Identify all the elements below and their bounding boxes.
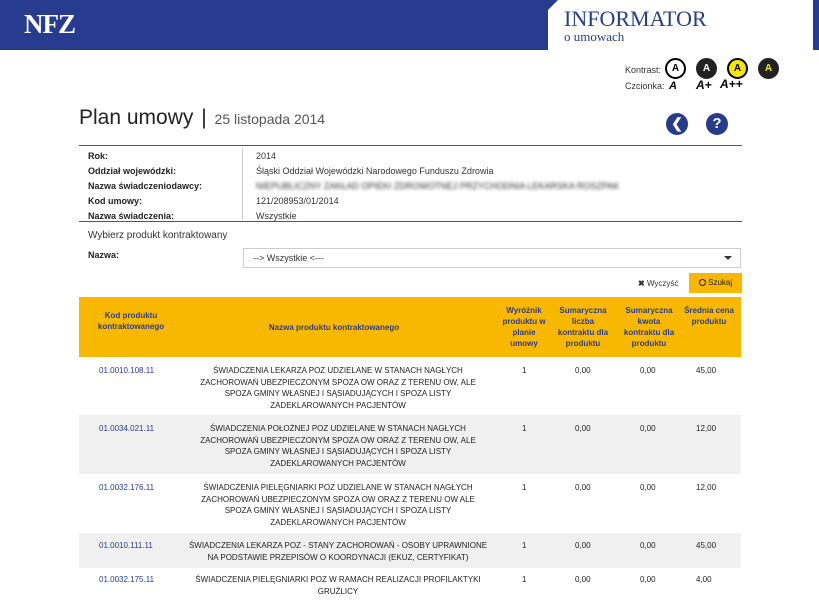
header-code[interactable]: Kod produktu kontraktowanego [91, 310, 171, 332]
info-top-divider [79, 145, 742, 146]
product-price: 12,00 [696, 483, 717, 492]
clear-button[interactable]: ✖ Wyczyść [638, 279, 678, 288]
product-select-value: --> Wszystkie <--- [253, 253, 324, 263]
header-price[interactable]: Średnia cena produktu [684, 305, 734, 327]
back-button[interactable]: ❮ [666, 113, 688, 135]
page-title: Plan umowy | 25 listopada 2014 [79, 106, 325, 130]
info-bottom-divider [79, 221, 742, 222]
table-row: 01.0010.108.11 ŚWIADCZENIA LEKARZA POZ U… [79, 357, 741, 415]
info-key: Nazwa świadczenia: [88, 211, 175, 221]
product-qty: 0,00 [575, 483, 591, 492]
contrast-label: Kontrast: [625, 65, 662, 75]
app-subtitle: o umowach [564, 29, 625, 44]
product-code-link[interactable]: 01.0032.175.11 [99, 574, 154, 586]
product-qty: 0,00 [575, 366, 591, 375]
question-mark-icon: ? [712, 115, 722, 132]
product-name: ŚWIADCZENIA PIELĘGNIARKI POZ UDZIELANE W… [201, 483, 475, 527]
header-qty[interactable]: Sumaryczna liczba kontraktu dla produktu [553, 305, 613, 349]
contrast-dark-yellow-button[interactable]: A [758, 58, 779, 79]
header-flag[interactable]: Wyróżnik produktu w planie umowy [500, 305, 548, 349]
product-price: 4,00 [696, 575, 712, 584]
table-row: 01.0034.021.11 ŚWIADCZENIA POŁOŻNEJ POZ … [79, 415, 741, 474]
product-amount: 0,00 [640, 366, 656, 375]
chevron-down-icon [724, 256, 732, 260]
header-brand-bar: NFZ [0, 0, 548, 50]
page-title-text: Plan umowy [79, 106, 194, 129]
page-date: 25 listopada 2014 [214, 111, 326, 127]
product-price: 45,00 [696, 366, 717, 375]
table-row: 01.0032.176.11 ŚWIADCZENIA PIELĘGNIARKI … [79, 474, 741, 533]
product-code-link[interactable]: 01.0032.176.11 [99, 482, 154, 494]
product-qty: 0,00 [575, 575, 591, 584]
info-value: 2014 [256, 151, 277, 161]
font-large-button[interactable]: A+ [696, 78, 712, 92]
product-code-link[interactable]: 01.0010.108.11 [99, 365, 154, 377]
product-code-link[interactable]: 01.0034.021.11 [99, 423, 154, 435]
font-normal-button[interactable]: A [669, 80, 677, 92]
product-price: 12,00 [696, 424, 717, 433]
product-name: ŚWIADCZENIA LEKARZA POZ - STANY ZACHOROW… [188, 541, 488, 562]
product-amount: 0,00 [640, 424, 656, 433]
product-qty: 0,00 [575, 424, 591, 433]
product-amount: 0,00 [640, 541, 656, 550]
search-button[interactable]: Szukaj [689, 273, 742, 293]
filter-heading: Wybierz produkt kontraktowany [88, 230, 228, 241]
nfz-logo[interactable]: NFZ [24, 9, 76, 40]
name-label: Nazwa: [88, 250, 120, 260]
search-button-label: Szukaj [708, 278, 733, 287]
product-flag: 1 [522, 541, 527, 550]
font-xlarge-button[interactable]: A++ [720, 77, 743, 91]
product-flag: 1 [522, 483, 527, 492]
header-title-area: INFORMATOR o umowach [548, 0, 819, 50]
table-row: 01.0010.111.11 ŚWIADCZENIA LEKARZA POZ -… [79, 533, 741, 568]
table-row: 01.0032.175.11 ŚWIADCZENIA PIELĘGNIARKI … [79, 568, 741, 603]
header-name[interactable]: Nazwa produktu kontraktowanego [239, 322, 429, 333]
product-qty: 0,00 [575, 541, 591, 550]
site-header: NFZ INFORMATOR o umowach [0, 0, 819, 50]
title-separator: | [201, 106, 207, 129]
product-flag: 1 [522, 575, 527, 584]
contrast-dark-button[interactable]: A [696, 58, 717, 79]
info-key: Kod umowy: [88, 196, 142, 206]
info-value: Śląski Oddział Wojewódzki Narodowego Fun… [256, 166, 494, 176]
product-amount: 0,00 [640, 483, 656, 492]
arrow-left-icon: ❮ [671, 115, 683, 131]
info-key: Oddział wojewódzki: [88, 166, 177, 176]
product-flag: 1 [522, 366, 527, 375]
clear-button-label: Wyczyść [646, 279, 679, 288]
product-amount: 0,00 [640, 575, 656, 584]
product-select[interactable]: --> Wszystkie <--- [243, 248, 741, 268]
product-price: 45,00 [696, 541, 717, 550]
info-column-divider [242, 148, 243, 220]
product-name: ŚWIADCZENIA POŁOŻNEJ POZ UDZIELANE W STA… [200, 424, 476, 468]
info-value: 121/208953/01/2014 [256, 196, 339, 206]
product-flag: 1 [522, 424, 527, 433]
close-icon: ✖ [638, 279, 645, 288]
table-header: Kod produktu kontraktowanego Nazwa produ… [79, 297, 741, 357]
product-code-link[interactable]: 01.0010.111.11 [99, 540, 153, 552]
contrast-normal-button[interactable]: A [665, 58, 686, 79]
font-size-label: Czcionka: [625, 81, 665, 91]
product-name: ŚWIADCZENIA PIELĘGNIARKI POZ W RAMACH RE… [195, 575, 481, 596]
search-icon [698, 279, 706, 286]
header-strip [813, 0, 819, 50]
info-key: Rok: [88, 151, 108, 161]
info-value: Wszystkie [256, 211, 297, 221]
product-name: ŚWIADCZENIA LEKARZA POZ UDZIELANE W STAN… [200, 366, 476, 410]
info-key: Nazwa świadczeniodawcy: [88, 181, 203, 191]
header-amount[interactable]: Sumaryczna kwota kontraktu dla produktu [619, 305, 679, 349]
help-button[interactable]: ? [706, 113, 728, 135]
contrast-yellow-button[interactable]: A [727, 58, 748, 79]
info-value-redacted: NIEPUBLICZNY ZAKŁAD OPIEKI ZDROWOTNEJ PR… [256, 181, 620, 191]
